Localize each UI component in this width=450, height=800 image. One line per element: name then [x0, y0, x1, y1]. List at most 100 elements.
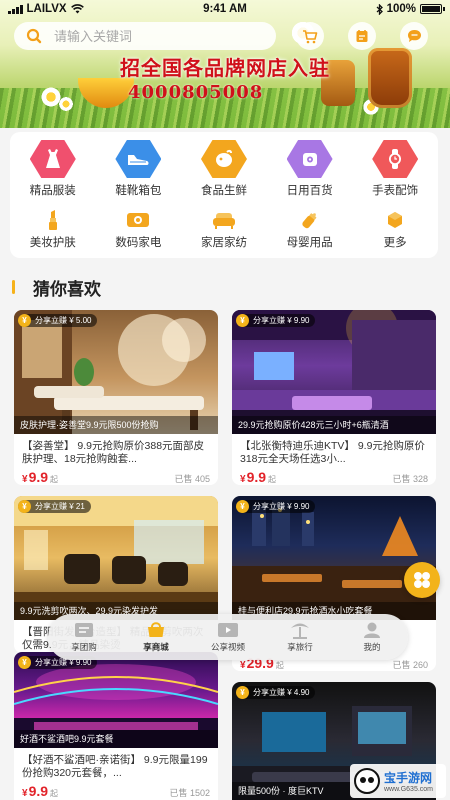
category-label: 更多: [383, 237, 407, 249]
nav-item-mall[interactable]: 享商城: [120, 614, 192, 660]
section-header: 猜你喜欢: [12, 276, 101, 299]
nav-item-travel[interactable]: 享旅行: [264, 614, 336, 660]
shoe-icon: [115, 140, 162, 178]
cart-icon: [303, 29, 318, 43]
travel-icon: [291, 623, 309, 639]
product-image: ¥ 分享立赚 ¥ 21 9.9元洗剪吹两次、29.9元染发护发: [14, 496, 218, 620]
share-earn-badge: ¥ 分享立赚 ¥ 9.90: [236, 314, 316, 327]
share-earn-badge: ¥ 分享立赚 ¥ 21: [18, 500, 91, 513]
tissue-icon: [286, 140, 333, 178]
group-buy-icon: [75, 623, 93, 637]
product-caption: 好酒不鲨酒吧9.9元套餐: [14, 730, 218, 748]
watch-icon: [372, 140, 419, 178]
coin-icon: ¥: [18, 314, 31, 327]
flower-graphic: [58, 96, 74, 112]
status-bar: LAILVX 9:41 AM 100%: [0, 0, 450, 18]
food-icon: [200, 140, 247, 178]
category-label: 食品生鲜: [200, 185, 247, 197]
banner-phone: 4000805008: [128, 82, 264, 103]
category-label: 母婴用品: [286, 237, 333, 249]
category-item-daily[interactable]: 日用百货: [267, 140, 353, 198]
product-price: ¥9.9 起: [22, 469, 59, 485]
appliance-icon: [125, 210, 151, 230]
section-accent-bar: [12, 280, 15, 294]
search-icon: [26, 28, 42, 44]
category-label: 精品服装: [29, 185, 76, 197]
share-earn-badge: ¥ 分享立赚 ¥ 9.90: [236, 500, 316, 513]
mall-icon: [148, 622, 164, 637]
coin-icon: ¥: [18, 500, 31, 513]
orders-button[interactable]: [348, 22, 376, 50]
category-label: 数码家电: [115, 237, 162, 249]
category-item-beauty[interactable]: 美妆护肤: [10, 210, 96, 250]
nav-item-profile[interactable]: 我的: [336, 614, 408, 660]
product-image: ¥ 分享立赚 ¥ 5.00 皮肤护理·姿善堂9.9元限500份抢购: [14, 310, 218, 434]
sold-count: 已售 1502: [169, 788, 210, 798]
coin-icon: ¥: [18, 656, 31, 669]
category-item-watches[interactable]: 手表配饰: [352, 140, 438, 198]
product-card[interactable]: ¥ 分享立赚 ¥ 9.90 29.9元抢购原价428元三小时+6瓶清酒 【北张衡特…: [232, 310, 436, 485]
coin-icon: ¥: [236, 314, 249, 327]
nav-item-group-buy[interactable]: 享团购: [48, 614, 120, 660]
battery-icon: [420, 4, 445, 14]
category-item-more[interactable]: 更多: [352, 210, 438, 250]
bluetooth-icon: [376, 3, 383, 15]
orders-icon: [356, 30, 368, 42]
category-label: 家居家纺: [200, 237, 247, 249]
panda-logo-icon: [354, 768, 380, 794]
category-label: 手表配饰: [372, 185, 419, 197]
product-caption: 29.9元抢购原价428元三小时+6瓶清酒: [232, 416, 436, 434]
lipstick-icon: [40, 210, 66, 230]
product-title: 【好酒不鲨酒吧·亲诺街】 9.9元限量199份抢购320元套餐，...: [22, 754, 208, 779]
more-icon: [382, 210, 408, 230]
product-card[interactable]: ¥ 分享立赚 ¥ 5.00 皮肤护理·姿善堂9.9元限500份抢购 【姿善堂】 9…: [14, 310, 218, 485]
battery-percent: 100%: [386, 3, 416, 15]
message-icon: [407, 30, 421, 42]
baby-bottle-icon: [297, 210, 323, 230]
product-price: ¥9.9 起: [240, 469, 277, 485]
product-image: ¥ 分享立赚 ¥ 9.90 桂与便利店29.9元抢酒水小吃套餐: [232, 496, 436, 620]
category-item-shoes[interactable]: 鞋靴箱包: [96, 140, 182, 198]
sold-count: 已售 405: [174, 474, 210, 484]
category-label: 鞋靴箱包: [115, 185, 162, 197]
search-input[interactable]: [54, 28, 254, 44]
floating-menu-button[interactable]: [404, 562, 440, 598]
bottom-nav: 享团购 享商城 公享视频 享旅行 我的: [48, 614, 408, 660]
share-earn-badge: ¥ 分享立赚 ¥ 5.00: [18, 314, 98, 327]
category-label: 美妆护肤: [29, 237, 76, 249]
category-label: 日用百货: [286, 185, 333, 197]
profile-icon: [364, 622, 380, 638]
coin-icon: ¥: [236, 500, 249, 513]
product-title: 【北张衡特迪乐迪KTV】 9.9元抢购原价318元全天场任选3小...: [240, 440, 425, 465]
search-bar[interactable]: [14, 22, 276, 50]
video-icon: [218, 623, 238, 637]
site-watermark: 宝手游网 www.G635.com: [350, 764, 446, 798]
product-card[interactable]: ¥ 分享立赚 ¥ 9.90 好酒不鲨酒吧9.9元套餐 【好酒不鲨酒吧·亲诺街】 9…: [14, 652, 218, 800]
messages-button[interactable]: [400, 22, 428, 50]
category-item-clothing[interactable]: 精品服装: [10, 140, 96, 198]
app-screen: 招全国各品牌网店入驻 4000805008 LAILVX 9:41 AM 100…: [0, 0, 450, 800]
banner-slogan: 招全国各品牌网店入驻: [120, 56, 330, 80]
sofa-icon: [211, 210, 237, 230]
category-item-home[interactable]: 家居家纺: [181, 210, 267, 250]
coin-icon: ¥: [236, 686, 249, 699]
category-item-food[interactable]: 食品生鲜: [181, 140, 267, 198]
product-image: ¥ 分享立赚 ¥ 9.90 好酒不鲨酒吧9.9元套餐: [14, 652, 218, 748]
category-item-digital[interactable]: 数码家电: [96, 210, 182, 250]
product-price: ¥9.9 起: [22, 783, 59, 799]
category-item-baby[interactable]: 母婴用品: [267, 210, 353, 250]
product-image: ¥ 分享立赚 ¥ 9.90 29.9元抢购原价428元三小时+6瓶清酒: [232, 310, 436, 434]
watermark-url: www.G635.com: [384, 786, 434, 793]
category-panel: 精品服装 鞋靴箱包 食品生鲜 日用百货 手表配饰 美妆护肤 数码家电 家居家纺 …: [10, 132, 438, 258]
nav-item-video[interactable]: 公享视频: [192, 614, 264, 660]
watermark-name: 宝手游网: [384, 771, 433, 785]
promo-banner[interactable]: 招全国各品牌网店入驻 4000805008: [0, 0, 450, 128]
sold-count: 已售 328: [392, 474, 428, 484]
product-title: 【姿善堂】 9.9元抢购原价388元面部皮肤护理、18元抢购蝕套...: [22, 440, 205, 465]
clover-icon: [414, 572, 430, 588]
section-title: 猜你喜欢: [33, 279, 101, 299]
share-earn-badge: ¥ 分享立赚 ¥ 4.90: [236, 686, 316, 699]
product-caption: 皮肤护理·姿善堂9.9元限500份抢购: [14, 416, 218, 434]
cart-button[interactable]: [296, 22, 324, 50]
dress-icon: [29, 140, 76, 178]
